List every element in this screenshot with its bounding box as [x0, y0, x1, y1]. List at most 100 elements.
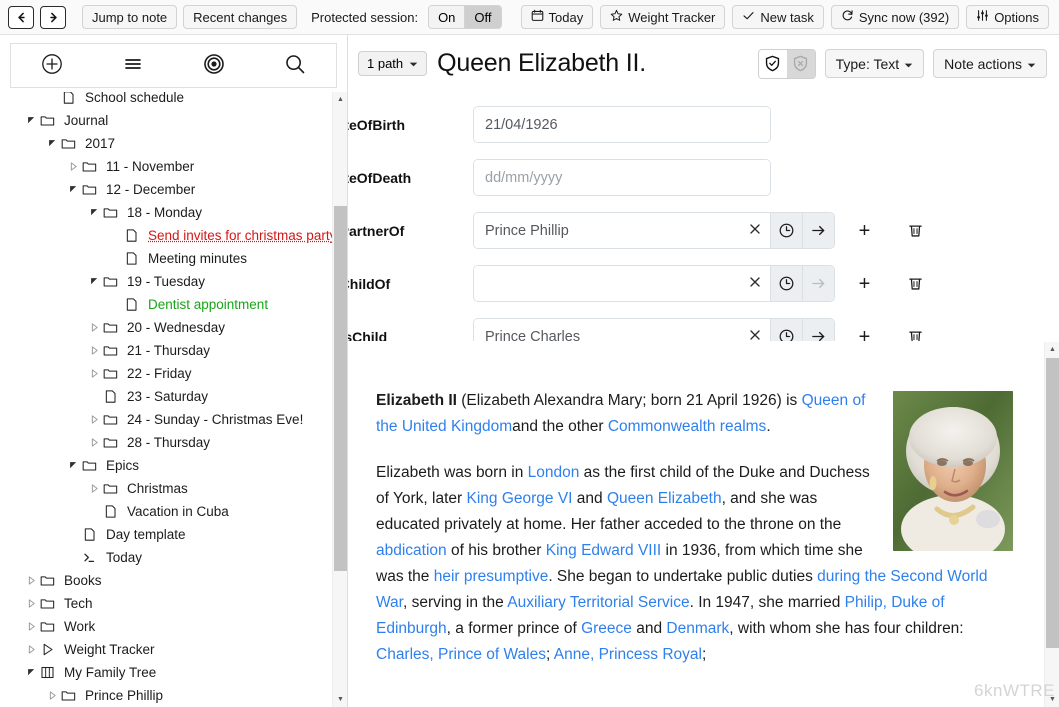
tree-item-meeting-minutes[interactable]: Meeting minutes [0, 247, 332, 270]
expand-twisty-icon[interactable] [86, 415, 103, 424]
expand-twisty-icon[interactable] [86, 346, 103, 355]
expand-twisty-icon[interactable] [86, 484, 103, 493]
tree-item-journal[interactable]: Journal [0, 109, 332, 132]
expand-twisty-icon[interactable] [23, 645, 40, 654]
trash-icon[interactable] [900, 269, 931, 299]
close-icon[interactable] [742, 222, 762, 240]
note-link[interactable]: Denmark [666, 620, 729, 637]
note-link[interactable]: Queen Elizabeth [607, 490, 722, 507]
tree-item-school-schedule[interactable]: School schedule [0, 92, 332, 109]
arrow-right-icon[interactable] [802, 213, 834, 248]
tree-item-2017[interactable]: 2017 [0, 132, 332, 155]
protected-session-on[interactable]: On [429, 6, 465, 28]
tree-item-21-thursday[interactable]: 21 - Thursday [0, 339, 332, 362]
tree-item-send-invites-for-christmas-party[interactable]: Send invites for christmas party [0, 224, 332, 247]
close-icon[interactable] [742, 328, 762, 342]
tree-scroll-up-arrow[interactable]: ▲ [333, 92, 347, 107]
note-text-scrollbar-thumb[interactable] [1046, 358, 1059, 648]
protect-note-toggle[interactable] [758, 49, 816, 79]
note-link[interactable]: Charles, Prince of Wales [376, 646, 546, 663]
tree-item-books[interactable]: Books [0, 569, 332, 592]
forward-button[interactable] [40, 6, 66, 29]
tree-item-20-wednesday[interactable]: 20 - Wednesday [0, 316, 332, 339]
today-button[interactable]: Today [521, 5, 594, 29]
tree-scrollbar[interactable]: ▲ ▼ [332, 92, 347, 707]
expand-twisty-icon[interactable] [44, 691, 61, 700]
attribute-input-haschild[interactable]: Prince Charles [474, 319, 770, 341]
note-link[interactable]: Anne, Princess Royal [554, 646, 702, 663]
tree-item-dentist-appointment[interactable]: Dentist appointment [0, 293, 332, 316]
expand-twisty-icon[interactable] [86, 323, 103, 332]
tree-item-vacation-in-cuba[interactable]: Vacation in Cuba [0, 500, 332, 523]
collapse-twisty-icon[interactable] [86, 277, 103, 286]
collapse-twisty-icon[interactable] [23, 668, 40, 677]
tree-item-24-sunday-christmas-eve[interactable]: 24 - Sunday - Christmas Eve! [0, 408, 332, 431]
collapse-twisty-icon[interactable] [86, 208, 103, 217]
attribute-input-dateofbirth[interactable]: 21/04/1926 [474, 107, 770, 142]
tree-item-work[interactable]: Work [0, 615, 332, 638]
new-task-button[interactable]: New task [732, 5, 823, 29]
note-link[interactable]: abdication [376, 542, 447, 559]
note-link[interactable]: Auxiliary Territorial Service [507, 594, 689, 611]
plus-icon[interactable]: + [849, 269, 880, 299]
back-button[interactable] [8, 6, 34, 29]
tree-item-today[interactable]: Today [0, 546, 332, 569]
note-text-scroll-up-arrow[interactable]: ▲ [1045, 342, 1059, 357]
attribute-input-ispartnerof[interactable]: Prince Phillip [474, 213, 770, 248]
tree-item-weight-tracker[interactable]: Weight Tracker [0, 638, 332, 661]
note-text-content[interactable]: Elizabeth II (Elizabeth Alexandra Mary; … [348, 342, 1059, 668]
tree-item-tech[interactable]: Tech [0, 592, 332, 615]
note-text-scroll-down-arrow[interactable]: ▼ [1045, 692, 1059, 707]
shield-check-icon[interactable] [759, 50, 787, 78]
tree-item-day-template[interactable]: Day template [0, 523, 332, 546]
tree-item-18-monday[interactable]: 18 - Monday [0, 201, 332, 224]
note-link[interactable]: heir presumptive [434, 568, 549, 585]
tree-item-28-thursday[interactable]: 28 - Thursday [0, 431, 332, 454]
protected-session-toggle[interactable]: On Off [428, 5, 501, 29]
tree-menu-button[interactable] [92, 44, 173, 87]
tree-scroll-down-arrow[interactable]: ▼ [333, 692, 347, 707]
note-link[interactable]: Commonwealth realms [608, 418, 767, 435]
collapse-twisty-icon[interactable] [65, 185, 82, 194]
clock-icon[interactable] [770, 213, 802, 248]
sync-now-button[interactable]: Sync now (392) [831, 5, 959, 29]
recent-changes-button[interactable]: Recent changes [183, 5, 297, 29]
tree-item-12-december[interactable]: 12 - December [0, 178, 332, 201]
close-icon[interactable] [742, 275, 762, 293]
expand-twisty-icon[interactable] [86, 369, 103, 378]
tree-item-prince-phillip[interactable]: Prince Phillip [0, 684, 332, 707]
tree-item-epics[interactable]: Epics [0, 454, 332, 477]
note-link[interactable]: King George VI [466, 490, 572, 507]
tree-item-christmas[interactable]: Christmas [0, 477, 332, 500]
note-type-button[interactable]: Type: Text [825, 49, 925, 78]
trash-icon[interactable] [900, 216, 931, 246]
tree-item-11-november[interactable]: 11 - November [0, 155, 332, 178]
note-text-scrollbar[interactable]: ▲ ▼ [1044, 342, 1059, 707]
tree-search-button[interactable] [255, 44, 336, 87]
expand-twisty-icon[interactable] [86, 438, 103, 447]
expand-twisty-icon[interactable] [23, 576, 40, 585]
tree-item-19-tuesday[interactable]: 19 - Tuesday [0, 270, 332, 293]
collapse-twisty-icon[interactable] [65, 461, 82, 470]
clock-icon[interactable] [770, 319, 802, 341]
note-link[interactable]: Greece [581, 620, 632, 637]
collapse-twisty-icon[interactable] [44, 139, 61, 148]
tree-item-22-friday[interactable]: 22 - Friday [0, 362, 332, 385]
protected-session-off[interactable]: Off [465, 6, 500, 28]
trash-icon[interactable] [900, 322, 931, 342]
scroll-to-active-note-button[interactable] [174, 44, 255, 87]
note-path-button[interactable]: 1 path [358, 51, 427, 76]
weight-tracker-button[interactable]: Weight Tracker [600, 5, 725, 29]
expand-twisty-icon[interactable] [23, 622, 40, 631]
arrow-right-icon[interactable] [802, 319, 834, 341]
collapse-twisty-icon[interactable] [23, 116, 40, 125]
note-actions-button[interactable]: Note actions [933, 49, 1047, 78]
add-note-button[interactable] [11, 44, 92, 87]
tree-item-my-family-tree[interactable]: My Family Tree [0, 661, 332, 684]
jump-to-note-button[interactable]: Jump to note [82, 5, 177, 29]
plus-icon[interactable]: + [849, 322, 880, 342]
clock-icon[interactable] [770, 266, 802, 301]
expand-twisty-icon[interactable] [65, 162, 82, 171]
note-link[interactable]: King Edward VIII [546, 542, 661, 559]
shield-x-icon[interactable] [787, 50, 815, 78]
